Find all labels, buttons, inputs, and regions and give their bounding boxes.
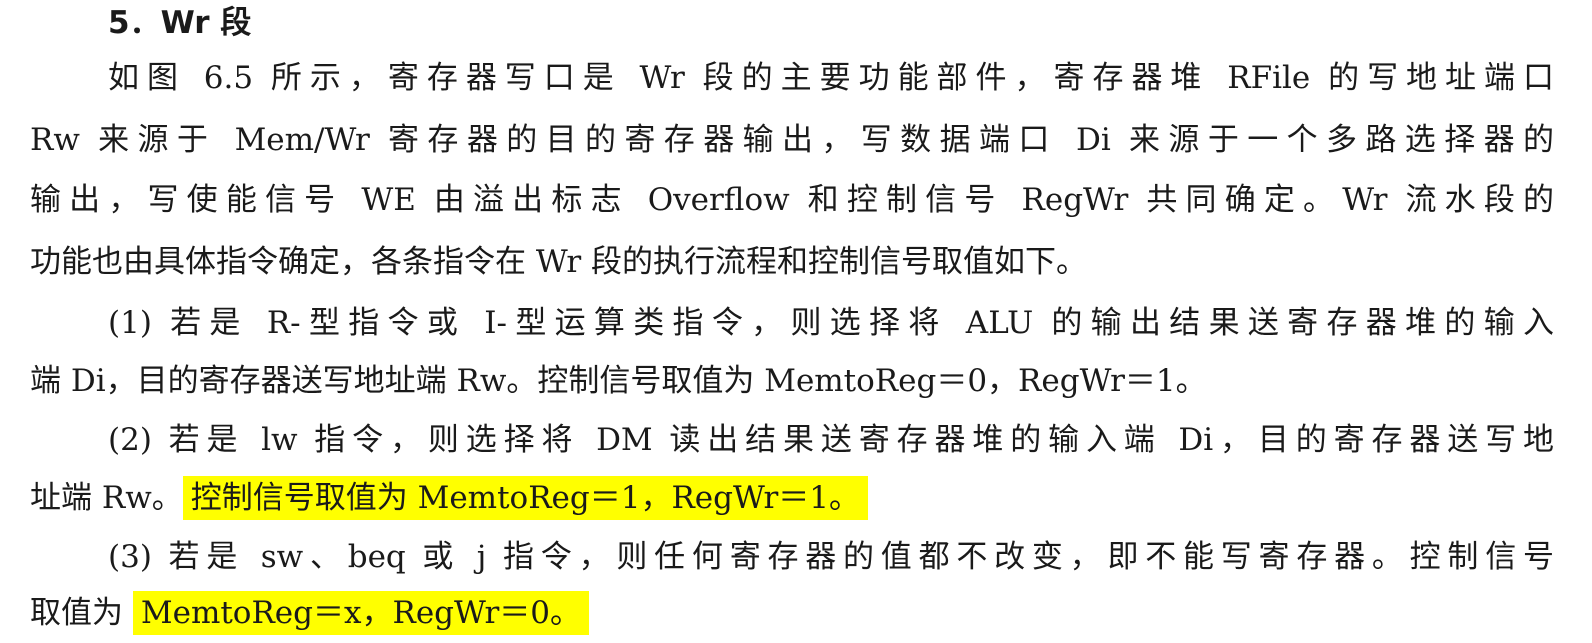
highlighted-text: MemtoReg＝x，RegWr＝0。 [132, 591, 590, 635]
paragraph-line: 功能也由具体指令确定，各条指令在 Wr 段的执行流程和控制信号取值如下。 [30, 244, 1087, 280]
list-item-1-line: (1) 若是 R-型指令或 I-型运算类指令，则选择将 ALU 的输出结果送寄存… [108, 305, 1554, 341]
paragraph-line: 输出，写使能信号 WE 由溢出标志 Overflow 和控制信号 RegWr 共… [30, 182, 1554, 218]
line-text: 址端 Rw。 [30, 480, 183, 516]
line-text: 取值为 [30, 595, 133, 631]
list-item-1-line: 端 Di，目的寄存器送写地址端 Rw。控制信号取值为 MemtoReg＝0，Re… [30, 363, 1207, 399]
document-page: 5．Wr 段 如图 6.5 所示，寄存器写口是 Wr 段的主要功能部件，寄存器堆… [0, 0, 1592, 642]
list-item-2-line: (2) 若是 lw 指令，则选择将 DM 读出结果送寄存器堆的输入端 Di，目的… [108, 422, 1554, 458]
highlighted-text: 控制信号取值为 MemtoReg＝1，RegWr＝1。 [182, 476, 868, 520]
list-item-2-line: 址端 Rw。 控制信号取值为 MemtoReg＝1，RegWr＝1。 [30, 468, 868, 528]
paragraph-line: 如图 6.5 所示，寄存器写口是 Wr 段的主要功能部件，寄存器堆 RFile … [108, 60, 1554, 96]
list-item-3-line: (3) 若是 sw、beq 或 j 指令，则任何寄存器的值都不改变，即不能写寄存… [108, 539, 1554, 575]
paragraph-line: Rw 来源于 Mem/Wr 寄存器的目的寄存器输出，写数据端口 Di 来源于一个… [30, 122, 1554, 158]
list-item-3-line: 取值为 MemtoReg＝x，RegWr＝0。 [30, 583, 590, 643]
section-heading: 5．Wr 段 [108, 5, 252, 41]
